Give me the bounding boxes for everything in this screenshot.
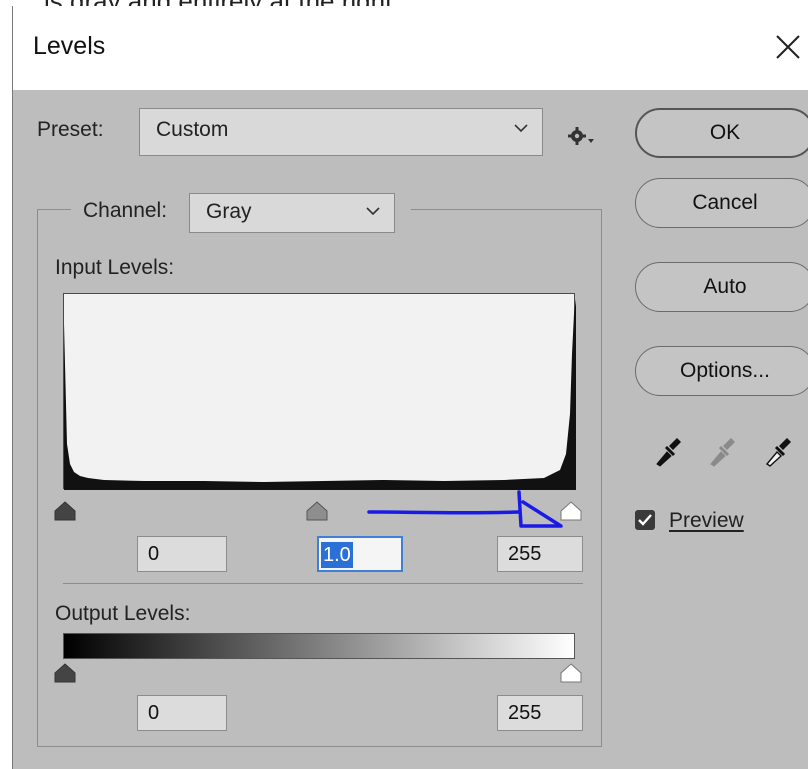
preset-select[interactable]: Custom <box>139 108 543 156</box>
input-gamma-field[interactable]: 1.0 <box>317 536 403 572</box>
input-gamma-slider[interactable] <box>305 501 329 521</box>
channel-value: Gray <box>206 200 252 223</box>
input-white-field[interactable]: 255 <box>497 536 583 572</box>
gray-eyedropper-icon[interactable] <box>707 434 737 468</box>
preview-checkbox[interactable] <box>635 510 655 530</box>
preset-value: Custom <box>156 118 229 141</box>
output-white-slider[interactable] <box>559 663 583 683</box>
section-divider <box>63 583 583 584</box>
output-gradient-bar <box>63 633 575 659</box>
input-levels-label: Input Levels: <box>55 256 175 279</box>
auto-button[interactable]: Auto <box>635 262 808 312</box>
preview-label: Preview <box>669 509 744 532</box>
gear-icon[interactable] <box>567 124 595 148</box>
input-white-slider[interactable] <box>559 501 583 521</box>
white-eyedropper-icon[interactable] <box>763 434 793 468</box>
ok-button[interactable]: OK <box>635 108 808 158</box>
checkmark-icon <box>638 514 652 526</box>
input-black-slider[interactable] <box>53 501 77 521</box>
chevron-down-icon <box>514 124 528 133</box>
input-black-field[interactable]: 0 <box>137 536 227 572</box>
options-button[interactable]: Options... <box>635 346 808 396</box>
output-black-slider[interactable] <box>53 663 77 683</box>
histogram-graph <box>64 299 576 490</box>
black-eyedropper-icon[interactable] <box>653 434 683 468</box>
levels-dialog: Levels Preset: Custom OK Cancel Auto Opt… <box>12 6 808 769</box>
dialog-title: Levels <box>33 32 106 60</box>
output-black-field[interactable]: 0 <box>137 695 227 731</box>
output-white-field[interactable]: 255 <box>497 695 583 731</box>
preset-label-text: Preset: <box>37 118 104 141</box>
channel-label: Channel: <box>83 199 168 222</box>
close-icon[interactable] <box>773 32 803 62</box>
histogram <box>63 293 576 490</box>
channel-select[interactable]: Gray <box>189 193 395 233</box>
chevron-down-icon <box>366 207 380 216</box>
preset-label: Preset: <box>37 118 104 142</box>
output-levels-label: Output Levels: <box>55 602 191 625</box>
title-bar: Levels <box>13 6 808 90</box>
gamma-selected-text: 1.0 <box>321 542 353 568</box>
cancel-button[interactable]: Cancel <box>635 178 808 228</box>
